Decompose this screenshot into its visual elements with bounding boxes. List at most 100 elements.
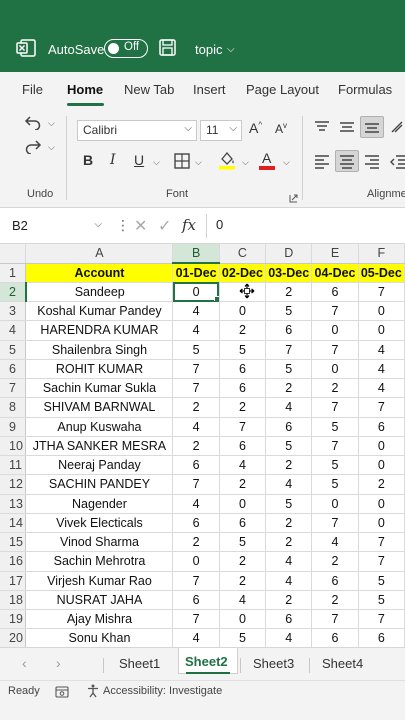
cell-d6[interactable]: 5 [265,359,313,380]
cell-b15[interactable]: 2 [172,532,220,553]
row-header-14[interactable]: 14 [0,513,27,534]
column-header-a[interactable]: A [25,244,174,264]
cell-d3[interactable]: 5 [265,301,313,322]
row-header-10[interactable]: 10 [0,436,27,457]
column-header-e[interactable]: E [311,244,359,264]
align-top-icon[interactable] [310,116,334,138]
decrease-indent-icon[interactable] [386,150,405,172]
grow-font-icon[interactable]: A^ [249,120,262,136]
cell-b1[interactable]: 01-Dec [172,263,220,283]
cell-b20[interactable]: 4 [172,628,220,647]
row-header-20[interactable]: 20 [0,628,27,647]
cell-b3[interactable]: 4 [172,301,220,322]
cell-e19[interactable]: 7 [311,609,359,630]
font-color-icon[interactable]: A [258,150,276,170]
column-header-b[interactable]: B [172,244,220,264]
cell-c7[interactable]: 6 [219,378,267,399]
chevron-down-icon[interactable]: ⌵ [227,38,235,60]
cell-d18[interactable]: 2 [265,590,313,611]
font-dialog-launcher-icon[interactable] [289,190,298,203]
cell-b19[interactable]: 7 [172,609,220,630]
cell-e2[interactable]: 6 [311,282,359,303]
macro-recording-icon[interactable] [55,685,69,698]
sheet-tab-sheet3[interactable]: Sheet3 [253,656,294,671]
cell-b2[interactable]: 0 [172,282,220,303]
cell-c16[interactable]: 2 [219,551,267,572]
fill-color-dropdown-chevron-icon[interactable]: ⌵ [242,157,249,168]
cell-e7[interactable]: 2 [311,378,359,399]
cell-f1[interactable]: 05-Dec [358,263,405,283]
cell-d16[interactable]: 4 [265,551,313,572]
cell-d19[interactable]: 6 [265,609,313,630]
name-box[interactable]: B2 ⌵ [6,215,104,237]
cell-a6[interactable]: ROHIT KUMAR [25,359,174,380]
cell-e14[interactable]: 7 [311,513,359,534]
cell-c15[interactable]: 5 [219,532,267,553]
bold-button[interactable]: B [83,152,93,168]
row-header-19[interactable]: 19 [0,609,27,630]
underline-button[interactable]: U [134,152,144,168]
font-name-select[interactable]: Calibri ⌵ [77,120,197,141]
cell-f7[interactable]: 4 [358,378,405,399]
cell-b17[interactable]: 7 [172,571,220,591]
sheet-tab-sheet2[interactable]: Sheet2 [185,654,228,669]
cell-a17[interactable]: Virjesh Kumar Rao [25,571,174,591]
cell-e9[interactable]: 5 [311,417,359,437]
cell-a8[interactable]: SHIVAM BARNWAL [25,397,174,418]
tab-formulas[interactable]: Formulas [338,82,392,97]
cell-d8[interactable]: 4 [265,397,313,418]
cell-a20[interactable]: Sonu Khan [25,628,174,647]
cell-c8[interactable]: 2 [219,397,267,418]
column-header-d[interactable]: D [265,244,313,264]
cell-a9[interactable]: Anup Kuswaha [25,417,174,437]
tab-insert[interactable]: Insert [193,82,226,97]
next-sheet-arrow-icon[interactable]: › [56,655,61,671]
align-left-icon[interactable] [310,150,334,172]
align-center-icon[interactable] [335,150,359,172]
cell-b5[interactable]: 5 [172,340,220,360]
cell-a4[interactable]: HARENDRA KUMAR [25,320,174,341]
redo-dropdown-chevron-icon[interactable]: ⌵ [48,142,55,153]
cell-e1[interactable]: 04-Dec [311,263,359,283]
cell-e8[interactable]: 7 [311,397,359,418]
row-header-6[interactable]: 6 [0,359,27,380]
cell-c5[interactable]: 5 [219,340,267,360]
cell-a19[interactable]: Ajay Mishra [25,609,174,630]
cell-a14[interactable]: Vivek Electicals [25,513,174,534]
cell-a7[interactable]: Sachin Kumar Sukla [25,378,174,399]
row-header-2[interactable]: 2 [0,282,27,303]
row-header-4[interactable]: 4 [0,320,27,341]
cell-c6[interactable]: 6 [219,359,267,380]
cell-c20[interactable]: 5 [219,628,267,647]
cell-d5[interactable]: 7 [265,340,313,360]
cell-b6[interactable]: 7 [172,359,220,380]
sheet-tab-sheet1[interactable]: Sheet1 [119,656,160,671]
borders-dropdown-chevron-icon[interactable]: ⌵ [195,157,202,168]
cell-a10[interactable]: JTHA SANKER MESRA [25,436,174,457]
cell-f10[interactable]: 0 [358,436,405,457]
cell-d12[interactable]: 4 [265,474,313,495]
tab-home[interactable]: Home [67,82,103,97]
cell-a1[interactable]: Account [25,263,174,283]
cell-b4[interactable]: 4 [172,320,220,341]
cell-e16[interactable]: 2 [311,551,359,572]
cell-f15[interactable]: 7 [358,532,405,553]
cell-e15[interactable]: 4 [311,532,359,553]
borders-icon[interactable] [174,153,190,169]
redo-icon[interactable] [24,138,42,155]
cell-f5[interactable]: 4 [358,340,405,360]
cell-c11[interactable]: 4 [219,455,267,476]
row-header-9[interactable]: 9 [0,417,27,437]
tab-file[interactable]: File [22,82,43,97]
cell-f12[interactable]: 2 [358,474,405,495]
more-options-icon[interactable]: ⋮ [116,217,130,234]
cell-b11[interactable]: 6 [172,455,220,476]
cell-c1[interactable]: 02-Dec [219,263,267,283]
column-header-f[interactable]: F [358,244,405,264]
cell-f13[interactable]: 0 [358,494,405,514]
cell-e10[interactable]: 7 [311,436,359,457]
cell-a16[interactable]: Sachin Mehrotra [25,551,174,572]
cell-f3[interactable]: 0 [358,301,405,322]
row-header-1[interactable]: 1 [0,263,27,283]
save-icon[interactable] [159,39,176,56]
